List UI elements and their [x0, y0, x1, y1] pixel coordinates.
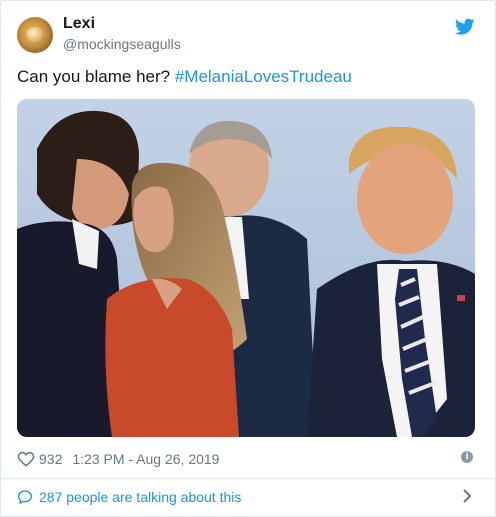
conversation-link[interactable]: 287 people are talking about this — [17, 487, 475, 507]
hashtag-link[interactable]: #MelaniaLovesTrudeau — [175, 67, 352, 86]
photo-illustration — [17, 99, 475, 437]
author-handle[interactable]: @mockingseagulls — [63, 36, 181, 52]
twitter-bird-icon[interactable] — [455, 18, 475, 36]
divider — [1, 478, 495, 479]
tweet-body: Can you blame her? — [17, 67, 171, 86]
tweet-meta: 932 1:23 PM - Aug 26, 2019 i — [17, 449, 475, 469]
tweet-photo[interactable] — [17, 99, 475, 437]
tweet-text: Can you blame her? #MelaniaLovesTrudeau — [17, 67, 352, 87]
timestamp[interactable]: 1:23 PM - Aug 26, 2019 — [72, 451, 219, 467]
info-icon[interactable]: i — [461, 451, 473, 463]
avatar-food-icon — [26, 27, 44, 42]
avatar[interactable] — [17, 17, 53, 53]
heart-icon[interactable] — [17, 450, 35, 468]
tweet-card: Lexi @mockingseagulls Can you blame her?… — [0, 0, 496, 517]
chevron-right-icon[interactable] — [461, 488, 473, 504]
speech-bubble-icon — [17, 490, 33, 505]
author-name[interactable]: Lexi — [63, 15, 95, 33]
conversation-label[interactable]: 287 people are talking about this — [39, 489, 241, 505]
like-count[interactable]: 932 — [39, 451, 62, 467]
